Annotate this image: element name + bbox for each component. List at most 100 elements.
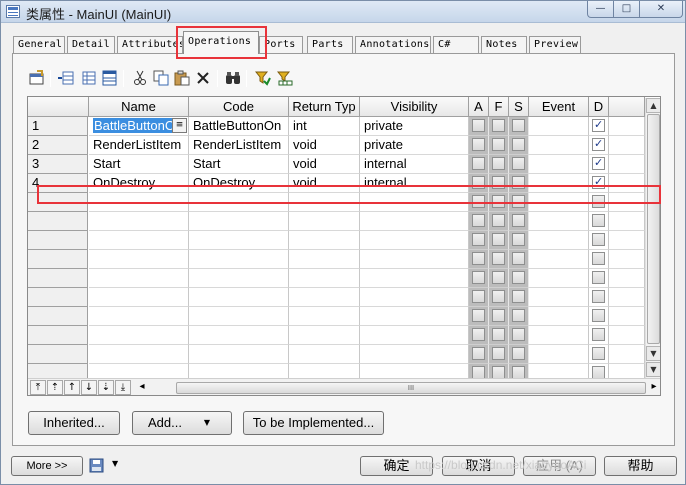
empty-table-row[interactable] [28, 288, 645, 307]
cell-code[interactable] [189, 345, 289, 364]
cell-name[interactable]: Start [89, 155, 189, 174]
checkbox[interactable] [512, 138, 525, 151]
cell-return-type[interactable] [289, 345, 360, 364]
cell-return-type[interactable] [289, 250, 360, 269]
minimize-button[interactable]: — [587, 1, 614, 18]
paste-icon[interactable] [172, 68, 192, 88]
move-up-icon[interactable]: ↑ [64, 380, 80, 395]
move-to-top-icon[interactable]: ⤒ [30, 380, 46, 395]
cell-name[interactable] [89, 345, 189, 364]
row-number[interactable]: 2 [28, 136, 88, 155]
cell-visibility[interactable] [360, 250, 469, 269]
vertical-scrollbar[interactable]: ▲ ▼ ▼ [645, 98, 660, 378]
maximize-button[interactable]: □ [613, 1, 640, 18]
cell-visibility[interactable]: private [360, 136, 469, 155]
delete-icon[interactable] [193, 68, 213, 88]
checkbox[interactable] [472, 157, 485, 170]
checkbox[interactable] [472, 214, 485, 227]
column-header-name[interactable]: Name [89, 97, 189, 117]
cell-code[interactable] [189, 212, 289, 231]
cell-code[interactable]: BattleButtonOn [189, 117, 289, 136]
tab-detail[interactable]: Detail [67, 36, 115, 53]
cell-event[interactable] [529, 307, 589, 326]
empty-table-row[interactable] [28, 269, 645, 288]
filter-icon[interactable] [253, 68, 273, 88]
move-down-icon[interactable]: ↓ [81, 380, 97, 395]
cell-name[interactable] [89, 288, 189, 307]
save-layout-dropdown-icon[interactable]: ▼ [112, 459, 118, 468]
add-rows-icon[interactable] [99, 68, 119, 88]
cell-code[interactable]: RenderListItem [189, 136, 289, 155]
checkbox[interactable] [492, 309, 505, 322]
tab-csharp[interactable]: C# [433, 36, 479, 53]
checkbox[interactable] [472, 347, 485, 360]
cell-return-type[interactable] [289, 326, 360, 345]
tab-attributes[interactable]: Attributes [117, 36, 183, 53]
cell-visibility[interactable] [360, 326, 469, 345]
scroll-right-icon[interactable]: ▸ [646, 380, 660, 395]
tab-general[interactable]: General [13, 36, 65, 53]
cell-event[interactable] [529, 250, 589, 269]
more-button[interactable]: More >> [11, 456, 83, 476]
table-row[interactable]: 1 BattleButtonC ≡ BattleButtonOn int private ✓ [28, 117, 645, 136]
row-number[interactable] [28, 212, 88, 231]
add-button[interactable]: Add... ▼ [132, 411, 232, 435]
row-number[interactable] [28, 269, 88, 288]
cell-name[interactable]: BattleButtonC ≡ [89, 117, 189, 136]
cell-visibility[interactable]: internal [360, 155, 469, 174]
cell-visibility[interactable] [360, 345, 469, 364]
find-icon[interactable] [223, 68, 243, 88]
deprecated-checkbox[interactable] [592, 252, 605, 265]
checkbox[interactable] [512, 309, 525, 322]
checkbox[interactable] [512, 252, 525, 265]
empty-table-row[interactable] [28, 345, 645, 364]
cell-return-type[interactable] [289, 231, 360, 250]
checkbox[interactable] [472, 233, 485, 246]
cell-visibility[interactable] [360, 288, 469, 307]
row-number[interactable] [28, 250, 88, 269]
row-number[interactable]: 1 [28, 117, 88, 136]
checkbox[interactable] [512, 271, 525, 284]
customize-columns-icon[interactable] [275, 68, 295, 88]
row-number[interactable] [28, 307, 88, 326]
cell-return-type[interactable]: int [289, 117, 360, 136]
cell-code[interactable] [189, 250, 289, 269]
cell-event[interactable] [529, 155, 589, 174]
checkbox[interactable] [472, 309, 485, 322]
table-row[interactable]: 2 RenderListItem RenderListItem void private… [28, 136, 645, 155]
inherited-button[interactable]: Inherited... [28, 411, 120, 435]
cell-code[interactable] [189, 288, 289, 307]
row-number[interactable] [28, 288, 88, 307]
move-page-up-icon[interactable]: ⇡ [47, 380, 63, 395]
checkbox[interactable] [472, 271, 485, 284]
checkbox[interactable] [512, 119, 525, 132]
scroll-down-end-icon[interactable]: ▼ [646, 362, 660, 377]
cell-code[interactable] [189, 326, 289, 345]
cell-event[interactable] [529, 212, 589, 231]
help-button[interactable]: 帮助 [604, 456, 677, 476]
cell-code[interactable] [189, 231, 289, 250]
column-header-return-type[interactable]: Return Typ [289, 97, 360, 117]
close-button[interactable]: ✕ [639, 1, 683, 18]
cell-visibility[interactable]: private [360, 117, 469, 136]
column-header-final[interactable]: F [489, 97, 509, 117]
save-layout-icon[interactable] [89, 458, 107, 474]
cell-return-type[interactable] [289, 307, 360, 326]
checkbox[interactable] [492, 347, 505, 360]
cell-name[interactable] [89, 250, 189, 269]
column-header-visibility[interactable]: Visibility [360, 97, 469, 117]
horizontal-scroll-thumb[interactable]: III [176, 382, 646, 394]
row-number[interactable] [28, 231, 88, 250]
deprecated-checkbox[interactable] [592, 233, 605, 246]
column-header-event[interactable]: Event [529, 97, 589, 117]
deprecated-checkbox[interactable]: ✓ [592, 118, 605, 132]
cell-visibility[interactable] [360, 212, 469, 231]
row-number[interactable] [28, 326, 88, 345]
move-page-down-icon[interactable]: ⇣ [98, 380, 114, 395]
tab-annotations[interactable]: Annotations [355, 36, 431, 53]
add-row-icon[interactable] [78, 68, 98, 88]
checkbox[interactable] [472, 252, 485, 265]
checkbox[interactable] [512, 233, 525, 246]
column-header-code[interactable]: Code [189, 97, 289, 117]
checkbox[interactable] [492, 157, 505, 170]
